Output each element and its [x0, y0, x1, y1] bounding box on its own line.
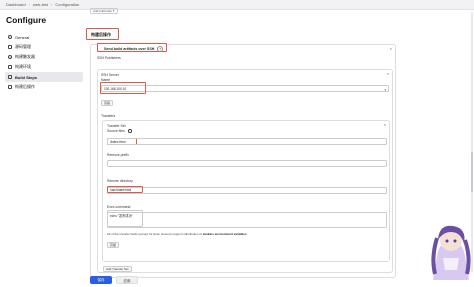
breadcrumb-configuration[interactable]: Configuration [55, 2, 79, 7]
sidebar-item-source-control[interactable]: 源码管理 [5, 42, 83, 52]
page-title: Configure [6, 15, 47, 25]
transfer-set-box: × Transfer Set Source files /index.html … [102, 120, 390, 262]
add-transfer-set-button[interactable]: Add Transfer Set [103, 266, 132, 272]
breadcrumb-separator: › [28, 2, 30, 7]
sidebar-item-label: 构建环境 [15, 64, 31, 69]
remove-prefix-label: Remove prefix [107, 153, 129, 157]
help-icon[interactable] [128, 129, 132, 133]
apply-button[interactable]: 应用 [116, 276, 138, 284]
substitution-note-text: All of the transfer fields (except for E… [107, 232, 202, 236]
form-footer: 保存 应用 [88, 273, 474, 287]
substitution-note: All of the transfer fields (except for E… [107, 232, 247, 236]
transfer-advanced-button[interactable]: 高级 [107, 242, 120, 248]
scrollbar-thumb[interactable] [471, 152, 473, 192]
box-icon [8, 65, 12, 69]
exec-command-field [107, 212, 387, 228]
ssh-publishers-label: SSH Publishers [97, 56, 121, 60]
breadcrumb-dashboard[interactable]: Dashboard [6, 2, 26, 7]
name-highlight [100, 82, 146, 94]
breadcrumb-separator: › [51, 2, 53, 7]
sidebar: General 源码管理 构建触发器 构建环境 Build Steps 构建后操… [5, 32, 83, 92]
sidebar-item-post-build[interactable]: 构建后操作 [5, 82, 83, 92]
close-icon[interactable]: × [387, 71, 389, 76]
sidebar-item-build-triggers[interactable]: 构建触发器 [5, 52, 83, 62]
branch-icon [8, 45, 12, 49]
step-title-text: Send build artifacts over SSH [104, 47, 155, 51]
ssh-server-box: × SSH Server Name 192.168.100.10 ▾ 高级 Tr… [97, 69, 393, 273]
post-icon [8, 85, 12, 89]
sidebar-item-label: 构建触发器 [15, 54, 35, 59]
sidebar-item-build-environment[interactable]: 构建环境 [5, 62, 83, 72]
remote-directory-input[interactable]: /usr/share/html [107, 186, 143, 193]
transfer-set-label: Transfer Set [107, 124, 126, 128]
breadcrumb-job[interactable]: web-test [33, 2, 48, 7]
source-files-label: Source files [107, 129, 125, 133]
exec-command-input[interactable]: echo "发布成功" [107, 210, 143, 227]
steps-icon [8, 75, 12, 79]
sidebar-item-label: 源码管理 [15, 44, 31, 49]
step-title: Send build artifacts over SSH ? [97, 43, 167, 52]
remove-prefix-input[interactable] [107, 160, 387, 167]
env-variables-link[interactable]: Jenkins environment variables [203, 232, 247, 236]
close-icon[interactable]: × [390, 46, 392, 51]
chevron-down-icon: ▾ [384, 88, 386, 92]
ssh-publish-step: Send build artifacts over SSH ? × SSH Pu… [90, 43, 396, 278]
sidebar-item-label: 构建后操作 [15, 84, 35, 89]
remote-directory-field [107, 187, 387, 194]
source-files-field [107, 138, 387, 145]
close-icon[interactable]: × [384, 122, 386, 127]
gear-icon [8, 35, 12, 39]
server-advanced-button[interactable]: 高级 [101, 100, 114, 106]
transfers-label: Transfers [101, 114, 116, 118]
ssh-server-label: SSH Server [101, 73, 119, 77]
sidebar-item-build-steps[interactable]: Build Steps [5, 72, 83, 82]
post-build-section-heading: 构建后操作 [86, 28, 119, 40]
exec-command-label: Exec command [107, 205, 131, 209]
sidebar-item-label: General [15, 34, 30, 40]
sidebar-item-label: Build Steps [15, 74, 38, 80]
remote-directory-label: Remote directory [107, 179, 133, 183]
sidebar-item-general[interactable]: General [5, 32, 83, 42]
add-build-step-select[interactable]: Add build step ▾ [90, 8, 118, 14]
anime-character-image [431, 225, 471, 280]
clock-icon [8, 55, 12, 59]
save-button[interactable]: 保存 [90, 276, 112, 284]
main-content: Add build step ▾ 构建后操作 Send build artifa… [86, 0, 474, 287]
help-icon[interactable]: ? [157, 46, 164, 52]
